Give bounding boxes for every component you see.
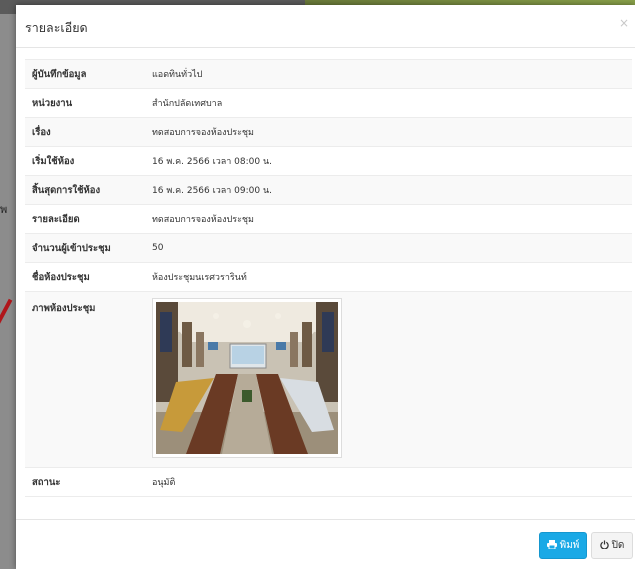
print-label: พิมพ์: [559, 540, 580, 551]
background-text: พ: [0, 203, 8, 216]
status-row: สถานะ อนุมัติ: [25, 467, 632, 497]
table-row: รายละเอียด ทดสอบการจองห้องประชุม: [25, 204, 632, 233]
row-value: ทดสอบการจองห้องประชุม: [152, 128, 254, 138]
close-label: ปิด: [611, 540, 625, 551]
row-value: สำนักปลัดเทศบาล: [152, 99, 223, 109]
row-label: ผู้บันทึกข้อมูล: [32, 68, 87, 80]
modal-header: รายละเอียด ×: [16, 5, 635, 48]
table-row: จำนวนผู้เข้าประชุม 50: [25, 233, 632, 262]
status-label: สถานะ: [32, 476, 61, 488]
meeting-room-photo: [152, 298, 342, 458]
table-row: เริ่มใช้ห้อง 16 พ.ค. 2566 เวลา 08:00 น.: [25, 146, 632, 175]
background-page: พ: [0, 14, 16, 569]
row-value: 16 พ.ค. 2566 เวลา 08:00 น.: [152, 157, 272, 167]
row-label: สิ้นสุดการใช้ห้อง: [32, 184, 101, 196]
print-icon: [546, 539, 557, 552]
table-row: ผู้บันทึกข้อมูล แอดทินทั่วไป: [25, 59, 632, 88]
close-icon[interactable]: ×: [619, 16, 629, 30]
row-label: รายละเอียด: [32, 213, 80, 225]
modal-title: รายละเอียด: [25, 20, 88, 35]
photo-cell: [144, 292, 342, 458]
row-value: ทดสอบการจองห้องประชุม: [152, 215, 254, 225]
table-row: หน่วยงาน สำนักปลัดเทศบาล: [25, 88, 632, 117]
row-label: จำนวนผู้เข้าประชุม: [32, 242, 111, 254]
row-label: ชื่อห้องประชุม: [32, 271, 90, 283]
row-label: เริ่มใช้ห้อง: [32, 155, 75, 167]
row-value: 50: [152, 243, 164, 253]
table-row: ชื่อห้องประชุม ห้องประชุมนเรศวรารินท์: [25, 262, 632, 291]
photo-row: ภาพห้องประชุม: [25, 291, 632, 467]
meeting-room-image: [156, 302, 338, 454]
power-icon: [599, 539, 609, 552]
row-value: 16 พ.ค. 2566 เวลา 09:00 น.: [152, 186, 272, 196]
table-row: สิ้นสุดการใช้ห้อง 16 พ.ค. 2566 เวลา 09:0…: [25, 175, 632, 204]
table-row: เรื่อง ทดสอบการจองห้องประชุม: [25, 117, 632, 146]
detail-table: ผู้บันทึกข้อมูล แอดทินทั่วไป หน่วยงาน สำ…: [25, 59, 632, 497]
row-label: เรื่อง: [32, 126, 51, 138]
row-label: หน่วยงาน: [32, 97, 73, 109]
photo-label: ภาพห้องประชุม: [32, 303, 96, 314]
print-button[interactable]: พิมพ์: [539, 532, 587, 559]
detail-modal: รายละเอียด × ผู้บันทึกข้อมูล แอดทินทั่วไ…: [16, 5, 635, 569]
status-value: อนุมัติ: [152, 478, 176, 488]
row-value: แอดทินทั่วไป: [152, 70, 203, 80]
close-button[interactable]: ปิด: [591, 532, 633, 559]
modal-footer: พิมพ์ ปิด: [16, 519, 635, 569]
row-value: ห้องประชุมนเรศวรารินท์: [152, 273, 247, 283]
